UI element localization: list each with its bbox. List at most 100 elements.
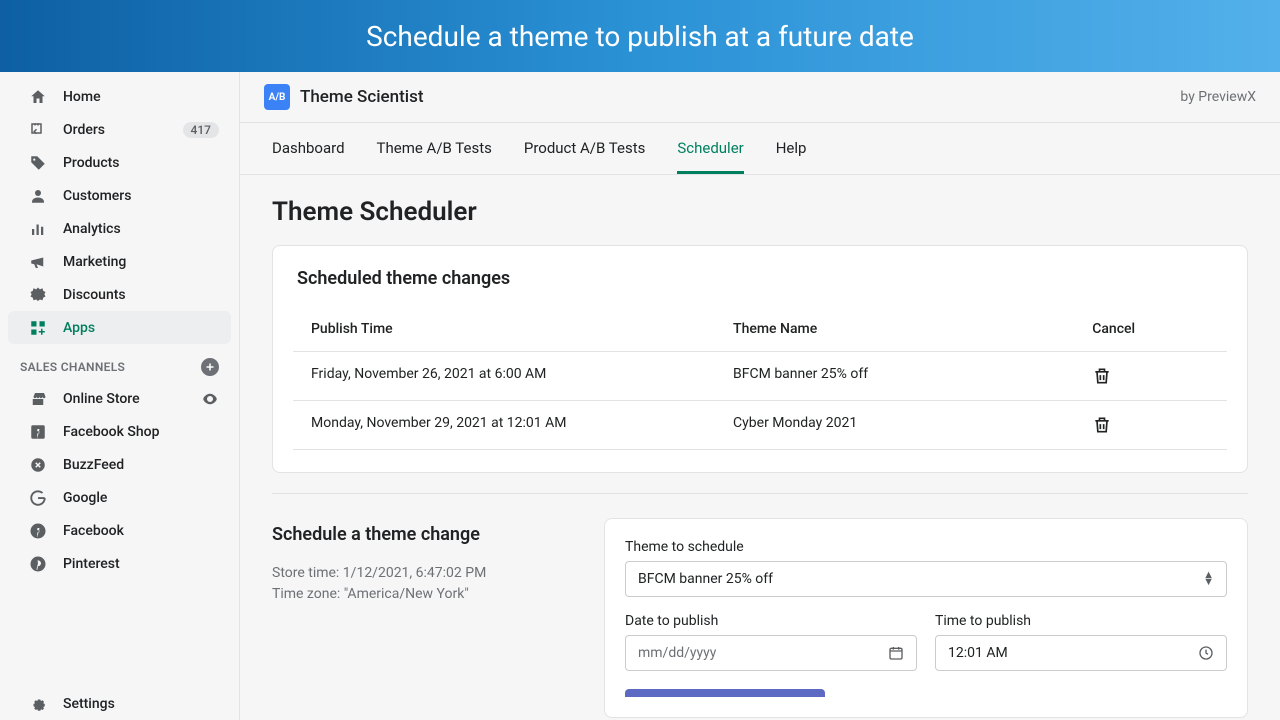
- tab-product-ab[interactable]: Product A/B Tests: [524, 123, 645, 174]
- sidebar-item-label: Google: [63, 490, 107, 506]
- theme-select-label: Theme to schedule: [625, 539, 1227, 555]
- clock-icon: [1198, 645, 1214, 661]
- sidebar-item-home[interactable]: Home: [8, 80, 231, 113]
- sidebar-item-apps[interactable]: Apps: [8, 311, 231, 344]
- table-header: Publish Time Theme Name Cancel: [293, 307, 1227, 352]
- sidebar-item-label: Pinterest: [63, 556, 120, 572]
- bars-icon: [28, 219, 48, 239]
- apps-icon: [28, 318, 48, 338]
- page-title: Theme Scheduler: [240, 175, 1280, 245]
- sidebar-item-label: Facebook Shop: [63, 424, 159, 440]
- tab-dashboard[interactable]: Dashboard: [272, 123, 345, 174]
- gear-icon: [28, 694, 48, 714]
- sidebar-item-label: Orders: [63, 122, 105, 138]
- submit-button[interactable]: [625, 689, 825, 697]
- cell-name: Cyber Monday 2021: [733, 415, 1092, 435]
- sidebar-item-label: Customers: [63, 188, 131, 204]
- channel-online-store[interactable]: Online Store: [8, 382, 231, 415]
- sidebar-item-orders[interactable]: Orders 417: [8, 113, 231, 146]
- col-publish-time: Publish Time: [311, 321, 733, 337]
- sidebar-item-label: Settings: [63, 696, 115, 712]
- discount-icon: [28, 285, 48, 305]
- tab-scheduler[interactable]: Scheduler: [677, 123, 743, 174]
- time-label: Time to publish: [935, 613, 1227, 629]
- time-input[interactable]: 12:01 AM: [935, 635, 1227, 671]
- eye-icon[interactable]: [201, 390, 219, 408]
- pinterest-icon: [28, 554, 48, 574]
- channel-google[interactable]: Google: [8, 481, 231, 514]
- scheduled-table: Publish Time Theme Name Cancel Friday, N…: [293, 307, 1227, 450]
- section-title: Schedule a theme change: [272, 524, 572, 545]
- app-icon: A/B: [264, 84, 290, 110]
- channel-facebook[interactable]: Facebook: [8, 514, 231, 547]
- cell-time: Monday, November 29, 2021 at 12:01 AM: [311, 415, 733, 435]
- table-row: Monday, November 29, 2021 at 12:01 AM Cy…: [293, 401, 1227, 450]
- sidebar-item-label: Home: [63, 89, 101, 105]
- time-zone-text: Time zone: "America/New York": [272, 584, 572, 605]
- tab-help[interactable]: Help: [776, 123, 807, 174]
- sidebar-item-analytics[interactable]: Analytics: [8, 212, 231, 245]
- sidebar-item-customers[interactable]: Customers: [8, 179, 231, 212]
- sidebar-item-label: Discounts: [63, 287, 126, 303]
- schedule-form-card: Theme to schedule BFCM banner 25% off ▲▼…: [604, 518, 1248, 718]
- cell-time: Friday, November 26, 2021 at 6:00 AM: [311, 366, 733, 386]
- channel-pinterest[interactable]: Pinterest: [8, 547, 231, 580]
- cell-name: BFCM banner 25% off: [733, 366, 1092, 386]
- facebook-shop-icon: [28, 422, 48, 442]
- section-label: SALES CHANNELS: [20, 360, 125, 374]
- app-header: A/B Theme Scientist by PreviewX: [240, 72, 1280, 123]
- megaphone-icon: [28, 252, 48, 272]
- schedule-form-section: Schedule a theme change Store time: 1/12…: [240, 518, 1280, 720]
- divider: [272, 493, 1248, 494]
- sidebar-item-label: Apps: [63, 320, 95, 336]
- home-icon: [28, 87, 48, 107]
- sidebar: Home Orders 417 Products Customers Analy…: [0, 72, 240, 720]
- schedule-form-info: Schedule a theme change Store time: 1/12…: [272, 518, 572, 718]
- person-icon: [28, 186, 48, 206]
- sidebar-item-marketing[interactable]: Marketing: [8, 245, 231, 278]
- add-channel-button[interactable]: [201, 358, 219, 376]
- facebook-icon: [28, 521, 48, 541]
- buzzfeed-icon: [28, 455, 48, 475]
- delete-button[interactable]: [1092, 415, 1112, 435]
- banner-title: Schedule a theme to publish at a future …: [366, 20, 914, 53]
- sidebar-item-label: Online Store: [63, 391, 140, 407]
- sidebar-item-settings[interactable]: Settings: [8, 687, 231, 720]
- sidebar-item-label: Facebook: [63, 523, 124, 539]
- orders-badge: 417: [183, 122, 219, 138]
- scheduled-changes-card: Scheduled theme changes Publish Time The…: [272, 245, 1248, 473]
- main-content: A/B Theme Scientist by PreviewX Dashboar…: [240, 72, 1280, 720]
- store-icon: [28, 389, 48, 409]
- sidebar-section-header: SALES CHANNELS: [0, 344, 239, 382]
- col-theme-name: Theme Name: [733, 321, 1092, 337]
- app-byline: by PreviewX: [1180, 89, 1256, 105]
- channel-facebook-shop[interactable]: Facebook Shop: [8, 415, 231, 448]
- promo-banner: Schedule a theme to publish at a future …: [0, 0, 1280, 72]
- sidebar-item-label: Analytics: [63, 221, 121, 237]
- theme-select[interactable]: BFCM banner 25% off ▲▼: [625, 561, 1227, 597]
- orders-icon: [28, 120, 48, 140]
- app-title: Theme Scientist: [300, 87, 424, 107]
- google-icon: [28, 488, 48, 508]
- date-label: Date to publish: [625, 613, 917, 629]
- sidebar-item-label: Marketing: [63, 254, 126, 270]
- channel-buzzfeed[interactable]: BuzzFeed: [8, 448, 231, 481]
- time-value: 12:01 AM: [948, 645, 1008, 661]
- calendar-icon: [888, 645, 904, 661]
- date-input[interactable]: mm/dd/yyyy: [625, 635, 917, 671]
- date-placeholder: mm/dd/yyyy: [638, 645, 716, 661]
- sidebar-item-label: Products: [63, 155, 120, 171]
- theme-select-value: BFCM banner 25% off: [638, 571, 773, 587]
- sidebar-item-products[interactable]: Products: [8, 146, 231, 179]
- card-title: Scheduled theme changes: [293, 268, 1227, 289]
- table-row: Friday, November 26, 2021 at 6:00 AM BFC…: [293, 352, 1227, 401]
- tab-theme-ab[interactable]: Theme A/B Tests: [377, 123, 492, 174]
- delete-button[interactable]: [1092, 366, 1112, 386]
- sidebar-item-label: BuzzFeed: [63, 457, 124, 473]
- chevron-updown-icon: ▲▼: [1203, 572, 1214, 585]
- tab-bar: Dashboard Theme A/B Tests Product A/B Te…: [240, 123, 1280, 175]
- sidebar-item-discounts[interactable]: Discounts: [8, 278, 231, 311]
- tag-icon: [28, 153, 48, 173]
- col-cancel: Cancel: [1092, 321, 1209, 337]
- store-time-text: Store time: 1/12/2021, 6:47:02 PM: [272, 563, 572, 584]
